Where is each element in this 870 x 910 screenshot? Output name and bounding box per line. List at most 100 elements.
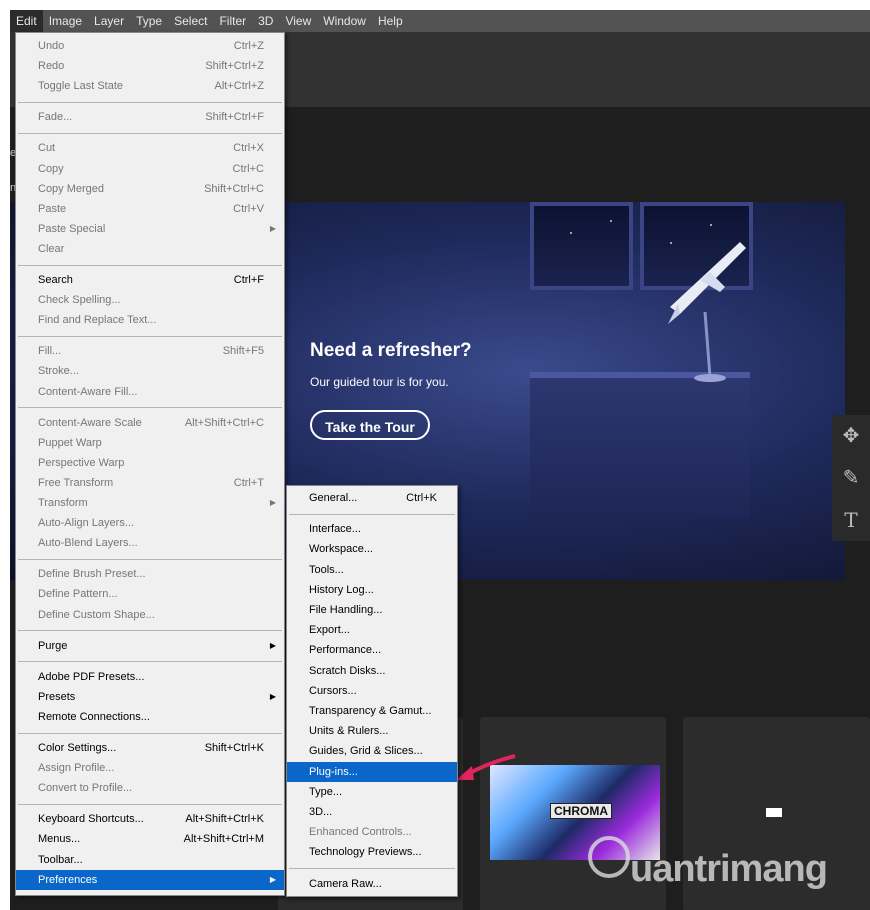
menu-item-auto-align-layers[interactable]: Auto-Align Layers... <box>16 513 284 533</box>
menu-item-technology-previews[interactable]: Technology Previews... <box>287 842 457 862</box>
menu-item-fade[interactable]: Fade... Shift+Ctrl+F <box>16 107 284 127</box>
menu-item-type[interactable]: Type... <box>287 782 457 802</box>
menu-item-shortcut: Ctrl+F <box>233 274 264 286</box>
menu-layer[interactable]: Layer <box>88 10 130 32</box>
menu-item-file-handling[interactable]: File Handling... <box>287 600 457 620</box>
menu-item-general[interactable]: General... Ctrl+K <box>287 488 457 508</box>
menu-item-content-aware-fill[interactable]: Content-Aware Fill... <box>16 382 284 402</box>
move-tool-icon[interactable]: ✥ <box>832 417 870 455</box>
menu-item-label: Define Custom Shape... <box>38 608 155 621</box>
menu-item-preferences[interactable]: Preferences ▶ <box>16 869 284 890</box>
menu-item-puppet-warp[interactable]: Puppet Warp <box>16 433 284 453</box>
menu-item-label: Fill... <box>38 345 62 358</box>
menu-image[interactable]: Image <box>43 10 88 32</box>
menu-item-label: Plug-ins... <box>309 765 358 778</box>
menu-item-menus[interactable]: Menus... Alt+Shift+Ctrl+M <box>16 829 284 849</box>
menu-item-define-custom-shape[interactable]: Define Custom Shape... <box>16 605 284 625</box>
menu-view[interactable]: View <box>279 10 317 32</box>
menu-item-tools[interactable]: Tools... <box>287 560 457 580</box>
menu-item-label: Clear <box>38 242 65 255</box>
menu-item-content-aware-scale[interactable]: Content-Aware Scale Alt+Shift+Ctrl+C <box>16 413 284 433</box>
menu-item-search[interactable]: Search Ctrl+F <box>16 270 284 290</box>
menu-item-paste[interactable]: Paste Ctrl+V <box>16 199 284 219</box>
menu-item-camera-raw[interactable]: Camera Raw... <box>287 874 457 894</box>
watermark-logo-icon <box>588 836 630 878</box>
menu-item-stroke[interactable]: Stroke... <box>16 361 284 381</box>
menu-item-history-log[interactable]: History Log... <box>287 580 457 600</box>
menu-item-label: Menus... <box>38 833 81 846</box>
menu-item-label: Transparency & Gamut... <box>309 705 432 717</box>
menu-item-label: Export... <box>309 624 350 637</box>
menu-item-transparency-gamut[interactable]: Transparency & Gamut... <box>287 701 457 721</box>
rocket-illustration <box>668 242 746 382</box>
menu-item-paste-special[interactable]: Paste Special ▶ <box>16 219 284 239</box>
menu-item-adobe-pdf-presets[interactable]: Adobe PDF Presets... <box>16 667 284 687</box>
menu-item-auto-blend-layers[interactable]: Auto-Blend Layers... <box>16 533 284 553</box>
take-tour-button[interactable]: Take the Tour <box>310 410 430 440</box>
menu-item-toggle-last-state[interactable]: Toggle Last State Alt+Ctrl+Z <box>16 76 284 96</box>
menu-3d[interactable]: 3D <box>252 10 279 32</box>
menu-item-check-spelling[interactable]: Check Spelling... <box>16 290 284 310</box>
menu-item-free-transform[interactable]: Free Transform Ctrl+T <box>16 473 284 493</box>
menu-item-plug-ins[interactable]: Plug-ins... <box>287 761 457 782</box>
menu-item-label: Check Spelling... <box>38 294 121 307</box>
menu-item-toolbar[interactable]: Toolbar... <box>16 850 284 870</box>
menu-item-color-settings[interactable]: Color Settings... Shift+Ctrl+K <box>16 738 284 758</box>
menu-item-label: 3D... <box>309 806 333 818</box>
brush-tool-icon[interactable]: ✎ <box>832 459 870 497</box>
submenu-arrow-icon: ▶ <box>269 874 276 884</box>
menu-item-assign-profile[interactable]: Assign Profile... <box>16 758 284 778</box>
menu-item-convert-to-profile[interactable]: Convert to Profile... <box>16 778 284 798</box>
menu-item-fill[interactable]: Fill... Shift+F5 <box>16 341 284 361</box>
menu-item-shortcut: Alt+Shift+Ctrl+M <box>183 833 264 846</box>
menu-item-perspective-warp[interactable]: Perspective Warp <box>16 453 284 473</box>
menu-separator <box>18 732 282 734</box>
menu-item-label: Content-Aware Fill... <box>38 385 138 398</box>
menu-item-guides-grid-slices[interactable]: Guides, Grid & Slices... <box>287 741 457 761</box>
menu-separator <box>18 630 282 632</box>
menu-type[interactable]: Type <box>130 10 168 32</box>
menu-item-remote-connections[interactable]: Remote Connections... <box>16 707 284 727</box>
type-tool-icon[interactable]: T <box>832 501 870 539</box>
menu-item-shortcut: Shift+Ctrl+K <box>204 742 264 754</box>
menu-edit[interactable]: Edit <box>10 10 43 32</box>
menu-item-label: Perspective Warp <box>38 456 125 469</box>
menu-item-copy-merged[interactable]: Copy Merged Shift+Ctrl+C <box>16 179 284 199</box>
menu-item-3d[interactable]: 3D... <box>287 802 457 822</box>
menu-item-copy[interactable]: Copy Ctrl+C <box>16 159 284 179</box>
menu-item-shortcut: Ctrl+V <box>233 202 264 215</box>
menu-item-define-pattern[interactable]: Define Pattern... <box>16 584 284 604</box>
menu-bar: Edit Image Layer Type Select Filter 3D View Wind… <box>10 10 870 32</box>
menu-item-define-brush-preset[interactable]: Define Brush Preset... <box>16 564 284 584</box>
menu-item-presets[interactable]: Presets ▶ <box>16 687 284 707</box>
submenu-arrow-icon: ▶ <box>269 691 276 701</box>
menu-item-enhanced-controls[interactable]: Enhanced Controls... <box>287 822 457 842</box>
menu-item-label: Technology Previews... <box>309 846 422 859</box>
menu-help[interactable]: Help <box>372 10 409 32</box>
menu-item-label: Adobe PDF Presets... <box>38 670 145 683</box>
menu-item-label: Cursors... <box>309 684 357 697</box>
menu-item-export[interactable]: Export... <box>287 620 457 640</box>
menu-item-label: Free Transform <box>38 476 114 489</box>
menu-item-interface[interactable]: Interface... <box>287 519 457 539</box>
menu-window[interactable]: Window <box>317 10 372 32</box>
menu-item-find-and-replace-text[interactable]: Find and Replace Text... <box>16 310 284 330</box>
menu-item-performance[interactable]: Performance... <box>287 640 457 660</box>
menu-separator <box>18 132 282 134</box>
menu-item-label: Performance... <box>309 644 382 657</box>
menu-item-cursors[interactable]: Cursors... <box>287 681 457 701</box>
menu-item-transform[interactable]: Transform ▶ <box>16 493 284 513</box>
menu-item-workspace[interactable]: Workspace... <box>287 539 457 559</box>
menu-item-purge[interactable]: Purge ▶ <box>16 636 284 656</box>
menu-item-undo[interactable]: Undo Ctrl+Z <box>16 36 284 56</box>
menu-item-units-rulers[interactable]: Units & Rulers... <box>287 721 457 741</box>
thumbnail-label: CHROMA <box>550 803 612 819</box>
menu-select[interactable]: Select <box>168 10 213 32</box>
menu-item-cut[interactable]: Cut Ctrl+X <box>16 138 284 158</box>
menu-filter[interactable]: Filter <box>213 10 252 32</box>
menu-item-scratch-disks[interactable]: Scratch Disks... <box>287 661 457 681</box>
menu-item-redo[interactable]: Redo Shift+Ctrl+Z <box>16 56 284 76</box>
menu-item-clear[interactable]: Clear <box>16 239 284 259</box>
menu-item-shortcut: Alt+Shift+Ctrl+K <box>185 813 264 826</box>
menu-item-keyboard-shortcuts[interactable]: Keyboard Shortcuts... Alt+Shift+Ctrl+K <box>16 809 284 829</box>
